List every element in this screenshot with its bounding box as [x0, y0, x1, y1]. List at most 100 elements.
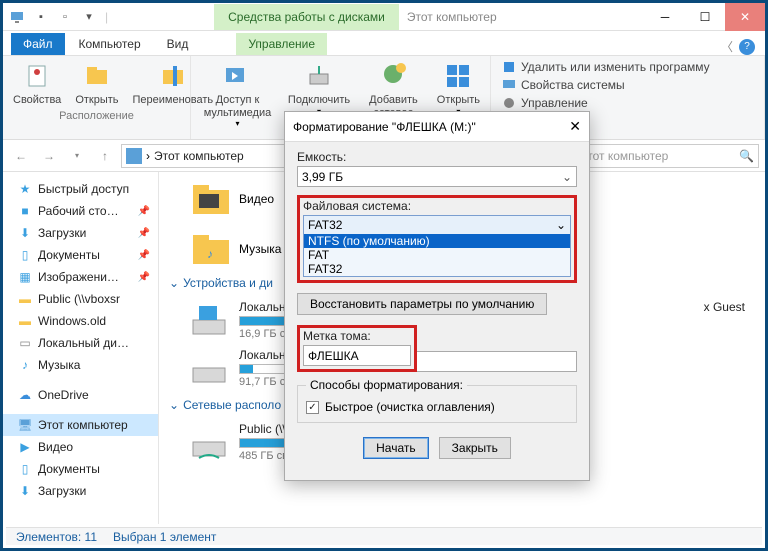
doc-icon: ▯: [17, 247, 33, 263]
close-button[interactable]: Закрыть: [439, 437, 511, 459]
video-icon: ▶: [17, 439, 33, 455]
capacity-select[interactable]: 3,99 ГБ⌄: [297, 166, 577, 187]
search-icon: 🔍: [739, 149, 754, 163]
qat-item[interactable]: ▪: [33, 9, 49, 25]
tree-public[interactable]: ▬Public (\\vboxsr: [3, 288, 158, 310]
manage-link[interactable]: Управление: [497, 94, 758, 112]
status-bar: Элементов: 11 Выбран 1 элемент: [6, 527, 762, 545]
network-drive-icon: [189, 422, 229, 462]
back-button[interactable]: ←: [9, 144, 33, 168]
tree-desktop[interactable]: ■Рабочий сто…📌: [3, 200, 158, 222]
chevron-down-icon: ⌄: [169, 276, 179, 290]
format-dialog: Форматирование "ФЛЕШКА (M:)" ✕ Емкость: …: [284, 111, 590, 481]
qat-item[interactable]: ▫: [57, 9, 73, 25]
tree-documents[interactable]: ▯Документы📌: [3, 244, 158, 266]
fs-option[interactable]: NTFS (по умолчанию): [304, 234, 570, 248]
drive-icon: [189, 348, 229, 388]
media-access-button[interactable]: Доступ к мультимедиа▾: [197, 58, 278, 130]
ribbon-controls: 〈 ?: [721, 38, 755, 55]
contextual-tab-header: Средства работы с дисками: [214, 4, 399, 30]
guest-drive-tail: x Guest: [704, 300, 745, 314]
open-button[interactable]: Открыть: [71, 58, 122, 109]
volume-label-input-ext[interactable]: [417, 351, 577, 372]
maximize-button[interactable]: ☐: [685, 3, 725, 31]
nav-tree: ★Быстрый доступ ■Рабочий сто…📌 ⬇Загрузки…: [3, 172, 159, 524]
download-icon: ⬇: [17, 483, 33, 499]
dialog-title: Форматирование "ФЛЕШКА (M:)": [293, 120, 476, 134]
fs-label: Файловая система:: [303, 199, 571, 213]
tab-view[interactable]: Вид: [155, 33, 201, 55]
ribbon-group-label: Расположение: [9, 109, 184, 124]
window-controls: ─ ☐ ✕: [645, 3, 765, 31]
tab-file[interactable]: Файл: [11, 33, 65, 55]
shield-icon: [501, 59, 517, 75]
pc-icon: 🖥: [17, 417, 33, 433]
gear-icon: [501, 95, 517, 111]
tree-winold[interactable]: ▬Windows.old: [3, 310, 158, 332]
pc-icon: [501, 77, 517, 93]
format-methods-group: Способы форматирования: ✓Быстрое (очистк…: [297, 378, 577, 423]
tab-manage[interactable]: Управление: [236, 33, 327, 55]
tree-quick-access[interactable]: ★Быстрый доступ: [3, 178, 158, 200]
titlebar: ▪ ▫ ▾ | Средства работы с дисками Этот к…: [3, 3, 765, 31]
tree-documents2[interactable]: ▯Документы: [3, 458, 158, 480]
dialog-titlebar[interactable]: Форматирование "ФЛЕШКА (M:)" ✕: [285, 112, 589, 142]
drive-icon: ▭: [17, 335, 33, 351]
chevron-down-icon: ⌄: [562, 170, 572, 184]
history-button[interactable]: ▾: [65, 144, 89, 168]
volume-label-input[interactable]: ФЛЕШКА: [303, 345, 411, 366]
status-selection: Выбран 1 элемент: [113, 530, 216, 544]
tree-pictures[interactable]: ▦Изображени…📌: [3, 266, 158, 288]
star-icon: ★: [17, 181, 33, 197]
minimize-button[interactable]: ─: [645, 3, 685, 31]
highlight-filesystem: Файловая система: FAT32 ⌄ NTFS (по умолча…: [297, 195, 577, 283]
divider: |: [105, 10, 108, 24]
methods-legend: Способы форматирования:: [306, 378, 467, 392]
help-icon[interactable]: ?: [739, 39, 755, 55]
pic-icon: ▦: [17, 269, 33, 285]
svg-text:♪: ♪: [207, 247, 213, 261]
window-title: Этот компьютер: [407, 10, 497, 24]
tree-downloads2[interactable]: ⬇Загрузки: [3, 480, 158, 502]
fs-option[interactable]: FAT: [304, 248, 570, 262]
tree-thispc[interactable]: 🖥Этот компьютер: [3, 414, 158, 436]
tree-onedrive[interactable]: ☁OneDrive: [3, 384, 158, 406]
tab-computer[interactable]: Компьютер: [67, 33, 153, 55]
tree-video[interactable]: ▶Видео: [3, 436, 158, 458]
status-count: Элементов: 11: [16, 530, 97, 544]
close-icon[interactable]: ✕: [569, 118, 581, 135]
ribbon-tabs: Файл Компьютер Вид Управление 〈 ?: [3, 31, 765, 55]
capacity-label: Емкость:: [297, 150, 577, 164]
ribbon-collapse-icon[interactable]: 〈: [721, 38, 733, 55]
chevron-down-icon: ▾: [235, 119, 239, 128]
pc-icon: [9, 9, 25, 25]
tree-downloads[interactable]: ⬇Загрузки📌: [3, 222, 158, 244]
fs-select[interactable]: FAT32⌄ NTFS (по умолчанию) FAT FAT32: [303, 215, 571, 277]
drive-icon: [189, 300, 229, 340]
checkbox-icon: ✓: [306, 401, 319, 414]
sysprops-link[interactable]: Свойства системы: [497, 76, 758, 94]
dialog-footer: Начать Закрыть: [297, 437, 577, 459]
restore-defaults-button[interactable]: Восстановить параметры по умолчанию: [297, 293, 547, 315]
chevron-right-icon: ›: [146, 149, 150, 163]
fs-option[interactable]: FAT32: [304, 262, 570, 276]
up-button[interactable]: ↑: [93, 144, 117, 168]
pc-icon: [126, 148, 142, 164]
quick-format-checkbox[interactable]: ✓Быстрое (очистка оглавления): [306, 400, 568, 414]
close-button[interactable]: ✕: [725, 3, 765, 31]
breadcrumb[interactable]: Этот компьютер: [154, 149, 244, 163]
tree-localdisk[interactable]: ▭Локальный ди…: [3, 332, 158, 354]
quick-access-toolbar: ▪ ▫ ▾ |: [3, 9, 114, 25]
chevron-down-icon: ⌄: [556, 218, 566, 232]
folder-icon: ▬: [17, 313, 33, 329]
start-button[interactable]: Начать: [363, 437, 429, 459]
properties-button[interactable]: Свойства: [9, 58, 65, 109]
tree-music[interactable]: ♪Музыка: [3, 354, 158, 376]
download-icon: ⬇: [17, 225, 33, 241]
volume-label-label: Метка тома:: [303, 329, 411, 343]
uninstall-link[interactable]: Удалить или изменить программу: [497, 58, 758, 76]
music-icon: ♪: [17, 357, 33, 373]
highlight-label: Метка тома: ФЛЕШКА: [297, 325, 417, 372]
qat-overflow[interactable]: ▾: [81, 9, 97, 25]
forward-button[interactable]: →: [37, 144, 61, 168]
